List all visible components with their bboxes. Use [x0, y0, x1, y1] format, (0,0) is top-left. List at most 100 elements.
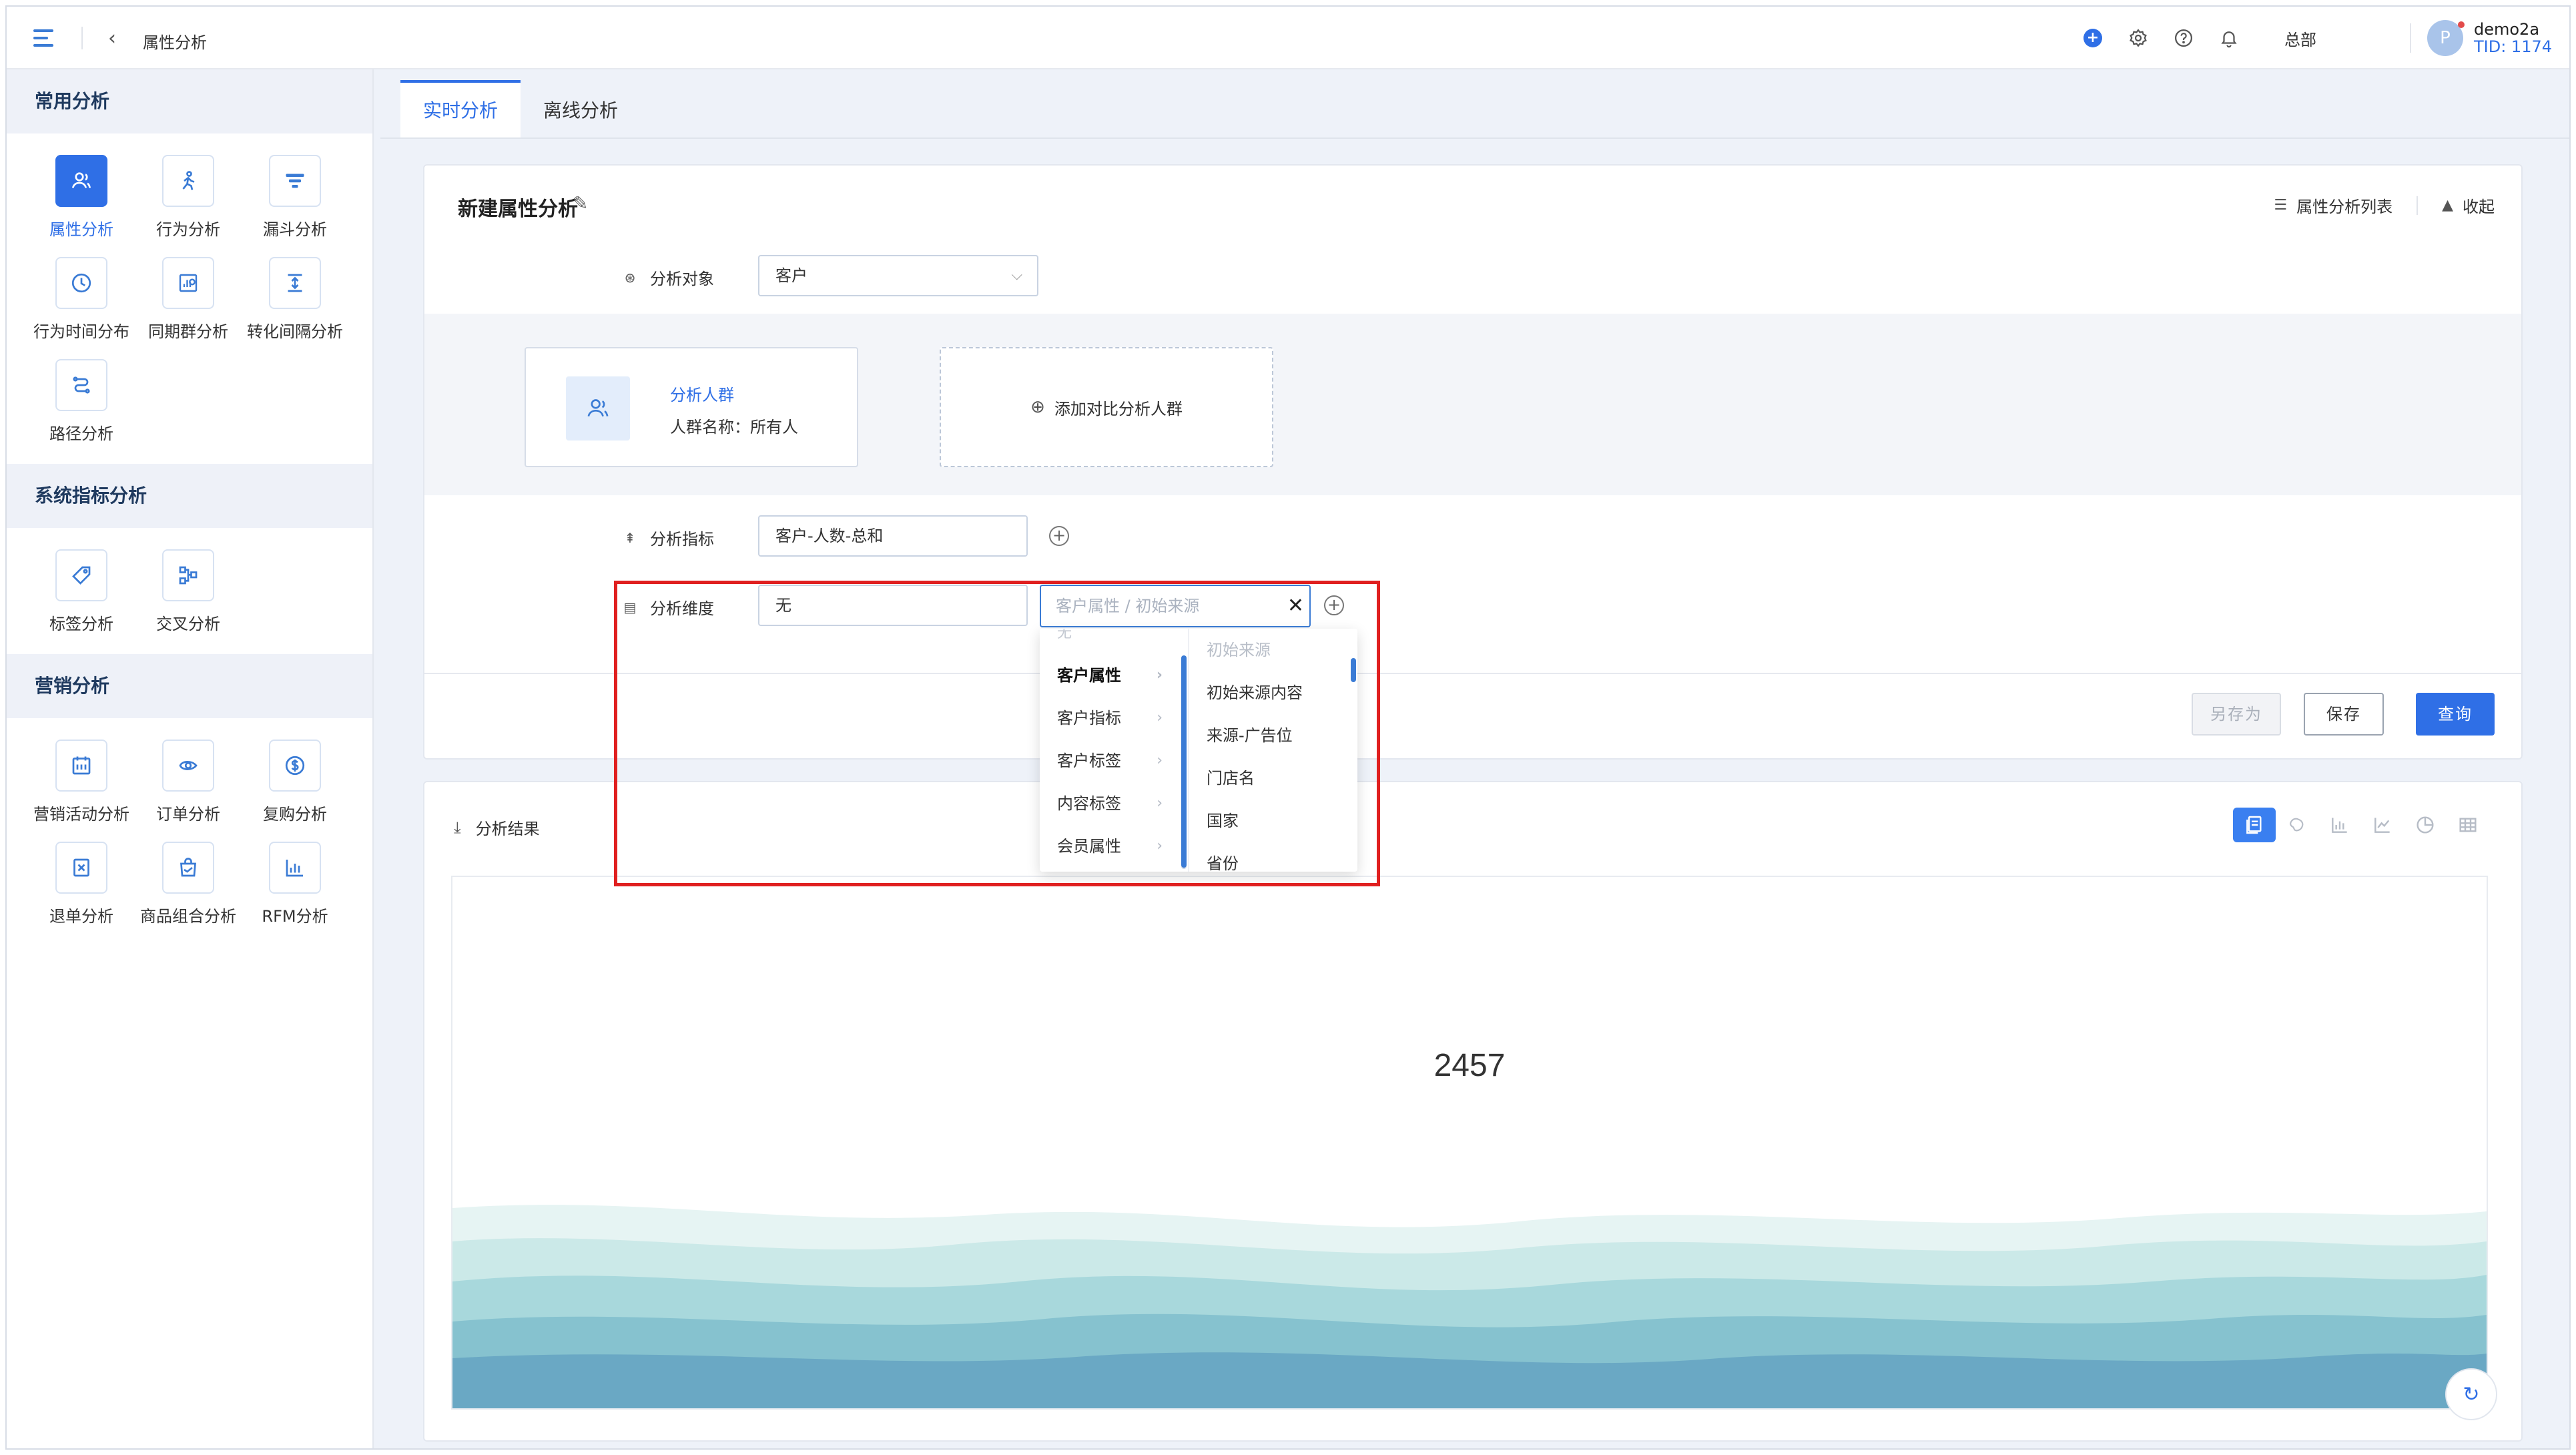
target-icon: ⊛: [624, 269, 636, 286]
sidebar-item-behavior-analysis[interactable]: 行为分析: [135, 155, 242, 240]
dropdown-option-item[interactable]: 初始来源: [1189, 629, 1357, 671]
save-button[interactable]: 保存: [2304, 693, 2384, 736]
object-select[interactable]: 客户 ⌵: [758, 255, 1038, 296]
analysis-list-link[interactable]: ☰ 属性分析列表: [2274, 194, 2392, 217]
dimension-dropdown: 无 客户属性 › 客户指标 › 客户标签 › 内容标签 › 会员属性 › 初始来源 初始来…: [1040, 629, 1357, 872]
tab-offline[interactable]: 离线分析: [521, 80, 641, 137]
cross-icon: [162, 549, 214, 601]
dimension-select[interactable]: 无: [758, 585, 1028, 626]
edit-icon[interactable]: ✎: [573, 192, 588, 214]
map-icon[interactable]: [2276, 808, 2318, 842]
sidebar-item-tag-analysis[interactable]: 标签分析: [28, 549, 135, 634]
dimension-icon: ▤: [623, 599, 637, 615]
dimension-cascader-input[interactable]: 客户属性 / 初始来源 ✕: [1040, 585, 1311, 627]
interval-icon: [269, 257, 321, 309]
funnel-icon: [269, 155, 321, 207]
menu-icon[interactable]: [33, 29, 53, 47]
dropdown-category-item[interactable]: 内容标签 ›: [1040, 782, 1187, 825]
dropdown-category-item[interactable]: 客户标签 ›: [1040, 740, 1187, 782]
sidebar-item-bundle-analysis[interactable]: 商品组合分析: [135, 842, 242, 926]
save-as-button[interactable]: 另存为: [2192, 693, 2281, 736]
chevron-right-icon: ›: [1157, 752, 1163, 769]
sidebar-item-interval-analysis[interactable]: 转化间隔分析: [242, 257, 348, 342]
divider: [424, 673, 2521, 674]
top-bar: ‹ 属性分析 + 总部 P demo2a TID: 1174: [7, 7, 2569, 69]
caret-up-icon: ▲: [2442, 197, 2453, 214]
bell-icon[interactable]: [2214, 23, 2244, 53]
metric-label: ⇞ 分析指标: [622, 526, 714, 549]
line-chart-icon[interactable]: [2361, 808, 2404, 842]
dropdown-option-item[interactable]: 来源-广告位: [1189, 714, 1357, 757]
dropdown-category-item[interactable]: 客户指标 ›: [1040, 697, 1187, 740]
pie-chart-icon[interactable]: [2404, 808, 2447, 842]
avatar[interactable]: P: [2427, 20, 2465, 56]
bar-chart-icon[interactable]: [2318, 808, 2361, 842]
query-button[interactable]: 查询: [2416, 693, 2495, 736]
scrollbar[interactable]: [1181, 655, 1187, 869]
cohort-icon: [162, 257, 214, 309]
sidebar-item-order-analysis[interactable]: 订单分析: [135, 740, 242, 824]
number-card-icon[interactable]: [2233, 808, 2276, 842]
notification-dot: [2457, 21, 2465, 28]
scrollbar-thumb[interactable]: [1181, 655, 1187, 868]
tab-realtime[interactable]: 实时分析: [400, 80, 521, 137]
sidebar-item-rfm-analysis[interactable]: RFM分析: [242, 842, 348, 926]
sidebar-item-campaign-analysis[interactable]: 营销活动分析: [28, 740, 135, 824]
chevron-right-icon: ›: [1157, 838, 1163, 854]
sidebar-section-title: 系统指标分析: [7, 464, 372, 528]
add-metric-icon[interactable]: +: [1049, 526, 1069, 546]
user-tid: TID: 1174: [2473, 37, 2552, 56]
help-icon[interactable]: [2168, 23, 2199, 53]
sidebar-item-repurchase-analysis[interactable]: 复购分析: [242, 740, 348, 824]
dropdown-option-list: 初始来源 初始来源内容 来源-广告位 门店名 国家 省份: [1188, 629, 1357, 872]
download-icon[interactable]: ⤓: [454, 818, 461, 837]
dollar-icon: [269, 740, 321, 792]
back-icon[interactable]: ‹: [108, 27, 116, 50]
order-icon: [162, 740, 214, 792]
result-value: 2457: [1433, 1048, 1506, 1083]
dropdown-option-item[interactable]: 初始来源内容: [1189, 671, 1357, 714]
sidebar-group-marketing: 营销活动分析 订单分析 复购分析 退单分析 商品组合分析 RFM分析: [7, 718, 372, 946]
gear-icon[interactable]: [2123, 23, 2154, 53]
dropdown-category-item[interactable]: 客户属性 ›: [1040, 654, 1187, 697]
sidebar-item-path-analysis[interactable]: 路径分析: [28, 359, 135, 444]
dropdown-option-item[interactable]: 门店名: [1189, 757, 1357, 800]
sidebar-item-refund-analysis[interactable]: 退单分析: [28, 842, 135, 926]
support-icon[interactable]: ↻: [2445, 1368, 2497, 1420]
object-label: ⊛ 分析对象: [622, 266, 714, 289]
sidebar-item-attribute-analysis[interactable]: 属性分析: [28, 155, 135, 240]
add-compare-group-button[interactable]: ⊕ 添加对比分析人群: [940, 347, 1273, 467]
result-display: 2457: [451, 876, 2488, 1410]
dropdown-option-item[interactable]: 省份: [1189, 842, 1357, 872]
dropdown-category-item[interactable]: 会员属性 ›: [1040, 825, 1187, 868]
analysis-group-card[interactable]: 分析人群 人群名称：所有人: [525, 347, 858, 467]
user-info[interactable]: demo2a TID: 1174: [2474, 21, 2552, 55]
plus-circle-icon: ⊕: [1030, 397, 1045, 417]
close-icon[interactable]: ✕: [1287, 586, 1304, 626]
add-dimension-icon[interactable]: +: [1324, 595, 1344, 615]
analysis-config-card: 新建属性分析 ✎ ☰ 属性分析列表 ▲ 收起 ⊛ 分析对象 客户 ⌵ 分析人群 人群名称…: [423, 164, 2523, 760]
sidebar-item-cohort-analysis[interactable]: 同期群分析: [135, 257, 242, 342]
card-actions: ☰ 属性分析列表 ▲ 收起: [2274, 194, 2495, 217]
divider: [2417, 196, 2419, 215]
sidebar-item-time-distribution[interactable]: 行为时间分布: [28, 257, 135, 342]
bag-icon: [162, 842, 214, 894]
scrollbar-thumb[interactable]: [1351, 658, 1356, 682]
user-name: demo2a: [2473, 20, 2540, 39]
divider: [380, 137, 2569, 139]
dropdown-option-item[interactable]: 国家: [1189, 800, 1357, 842]
table-icon[interactable]: [2447, 808, 2489, 842]
group-name: 人群名称：所有人: [670, 418, 798, 437]
sidebar-section-title: 常用分析: [7, 69, 372, 133]
sidebar-item-cross-analysis[interactable]: 交叉分析: [135, 549, 242, 634]
clock-icon: [55, 257, 107, 309]
org-selector[interactable]: 总部: [2284, 27, 2316, 50]
add-icon[interactable]: +: [2077, 23, 2108, 53]
breadcrumb: 属性分析: [143, 33, 207, 52]
sidebar-item-funnel-analysis[interactable]: 漏斗分析: [242, 155, 348, 240]
metric-select[interactable]: 客户-人数-总和: [758, 515, 1028, 557]
chevron-right-icon: ›: [1157, 795, 1163, 812]
chevron-right-icon: ›: [1156, 667, 1163, 683]
sidebar: 常用分析 属性分析 行为分析 漏斗分析 行为时间分布 同期群分析 转化间隔分析 …: [7, 69, 374, 1448]
collapse-link[interactable]: ▲ 收起: [2442, 194, 2495, 217]
